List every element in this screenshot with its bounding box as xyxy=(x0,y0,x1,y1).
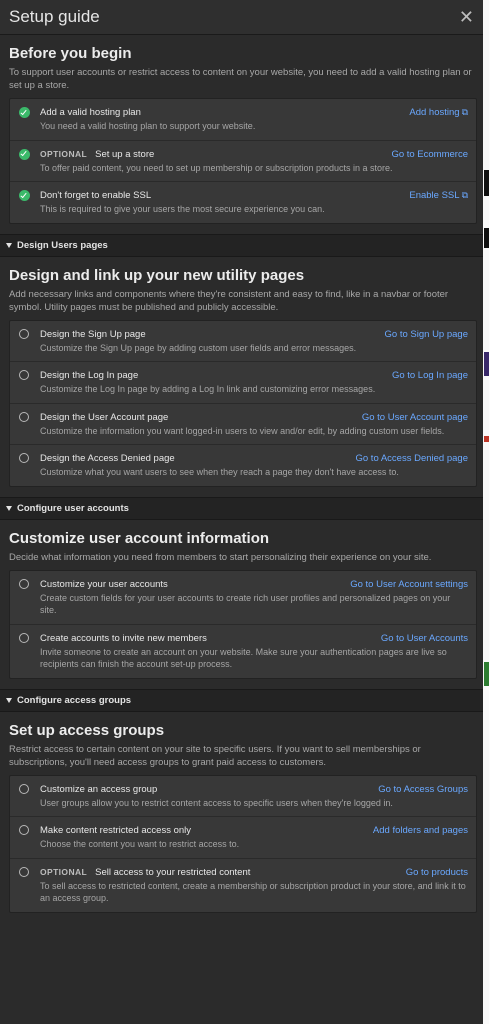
section-heading: Customize user account information xyxy=(9,529,270,547)
item-title: Design the Log In page xyxy=(40,370,139,381)
item-description: Customize the Sign Up page by adding cus… xyxy=(40,342,357,353)
go-to-user-account-page-link[interactable]: Go to User Account page xyxy=(362,411,468,424)
item-description: Invite someone to create an account on y… xyxy=(40,646,447,670)
item-description: Create custom fields for your user accou… xyxy=(40,592,451,616)
completed-check-icon xyxy=(19,107,30,118)
item-title: OPTIONAL Set up a store xyxy=(40,148,155,160)
checklist-card: Add a valid hosting plan Add hosting ⧉ Yo… xyxy=(9,98,477,224)
checklist-item-invite-members: Create accounts to invite new members Go… xyxy=(10,623,476,678)
checklist-card: Customize your user accounts Go to User … xyxy=(9,569,477,679)
background-page-edge xyxy=(482,0,489,1024)
go-to-access-groups-link[interactable]: Go to Access Groups xyxy=(378,783,468,796)
item-description: Choose the content you want to restrict … xyxy=(40,839,240,849)
caret-down-icon xyxy=(6,697,12,703)
item-description: Customize what you want users to see whe… xyxy=(40,467,399,477)
item-description: User groups allow you to restrict conten… xyxy=(40,797,393,808)
external-link-icon: ⧉ xyxy=(461,107,468,117)
item-title: Add a valid hosting plan xyxy=(40,107,141,118)
checklist-item-hosting: Add a valid hosting plan Add hosting ⧉ Yo… xyxy=(10,99,476,140)
setup-guide-panel: Setup guide ✕ Before you begin To suppor… xyxy=(0,0,483,1024)
checklist-item-ssl: Don't forget to enable SSL Enable SSL ⧉ T… xyxy=(10,181,476,223)
incomplete-radio-icon[interactable] xyxy=(19,632,29,643)
checklist-card: Customize an access group Go to Access G… xyxy=(9,774,477,913)
go-to-user-accounts-link[interactable]: Go to User Accounts xyxy=(381,632,468,645)
enable-ssl-link[interactable]: Enable SSL ⧉ xyxy=(409,189,468,202)
user-accounts-section: Customize user account information Decid… xyxy=(0,520,483,679)
item-description: To offer paid content, you need to set u… xyxy=(40,162,393,173)
caret-down-icon xyxy=(6,242,12,248)
before-you-begin-section: Before you begin To support user account… xyxy=(0,35,483,224)
item-description: This is required to give your users the … xyxy=(40,204,325,214)
item-title: OPTIONAL Sell access to your restricted c… xyxy=(40,866,251,878)
incomplete-radio-icon[interactable] xyxy=(19,825,29,835)
add-folders-and-pages-link[interactable]: Add folders and pages xyxy=(373,824,468,837)
add-hosting-link[interactable]: Add hosting ⧉ xyxy=(409,106,468,119)
checklist-item-restrict-content: Make content restricted access only Add … xyxy=(10,816,476,858)
go-to-user-account-settings-link[interactable]: Go to User Account settings xyxy=(350,578,468,591)
incomplete-radio-icon[interactable] xyxy=(19,453,29,463)
section-description: Decide what information you need from me… xyxy=(9,551,432,563)
checklist-item-sell-access: OPTIONAL Sell access to your restricted c… xyxy=(10,857,476,912)
incomplete-radio-icon[interactable] xyxy=(19,370,29,380)
item-description: Customize the information you want logge… xyxy=(40,425,445,436)
checklist-item-log-in: Design the Log In page Go to Log In page… xyxy=(10,361,476,403)
checklist-item-sign-up: Design the Sign Up page Go to Sign Up pa… xyxy=(10,321,476,362)
external-link-icon: ⧉ xyxy=(461,190,468,200)
section-heading: Set up access groups xyxy=(9,721,165,739)
design-pages-section: Design and link up your new utility page… xyxy=(0,257,483,487)
go-to-ecommerce-link[interactable]: Go to Ecommerce xyxy=(391,148,468,161)
checklist-item-access-group: Customize an access group Go to Access G… xyxy=(10,776,476,817)
incomplete-radio-icon[interactable] xyxy=(19,411,29,422)
go-to-log-in-page-link[interactable]: Go to Log In page xyxy=(392,369,468,382)
incomplete-radio-icon[interactable] xyxy=(19,866,29,877)
item-description: Customize the Log In page by adding a Lo… xyxy=(40,384,376,394)
title-bar: Setup guide ✕ xyxy=(0,0,483,35)
go-to-access-denied-page-link[interactable]: Go to Access Denied page xyxy=(356,452,469,465)
incomplete-radio-icon[interactable] xyxy=(19,783,29,794)
item-title: Design the Access Denied page xyxy=(40,453,175,464)
optional-badge: OPTIONAL xyxy=(40,866,88,877)
go-to-sign-up-page-link[interactable]: Go to Sign Up page xyxy=(385,328,468,341)
configure-access-groups-toggle[interactable]: Configure access groups xyxy=(0,688,483,712)
design-users-pages-toggle[interactable]: Design Users pages xyxy=(0,233,483,257)
item-title: Design the User Account page xyxy=(40,411,169,423)
checklist-item-customize-accounts: Customize your user accounts Go to User … xyxy=(10,571,476,624)
incomplete-radio-icon[interactable] xyxy=(19,578,29,589)
item-title: Customize an access group xyxy=(40,783,158,795)
checklist-card: Design the Sign Up page Go to Sign Up pa… xyxy=(9,319,477,487)
section-description: To support user accounts or restrict acc… xyxy=(9,67,472,91)
completed-check-icon xyxy=(19,190,30,201)
checklist-item-store: OPTIONAL Set up a store Go to Ecommerce T… xyxy=(10,139,476,182)
item-title: Create accounts to invite new members xyxy=(40,632,207,644)
item-description: To sell access to restricted content, cr… xyxy=(40,880,466,904)
checklist-item-user-account: Design the User Account page Go to User … xyxy=(10,402,476,445)
item-title: Don't forget to enable SSL xyxy=(40,190,152,201)
section-heading: Design and link up your new utility page… xyxy=(9,266,305,284)
optional-badge: OPTIONAL xyxy=(40,148,88,159)
section-description: Add necessary links and components where… xyxy=(9,288,449,313)
access-groups-section: Set up access groups Restrict access to … xyxy=(0,712,483,913)
panel-title: Setup guide xyxy=(9,7,100,26)
close-icon[interactable]: ✕ xyxy=(459,8,474,26)
item-title: Design the Sign Up page xyxy=(40,328,146,340)
checklist-item-access-denied: Design the Access Denied page Go to Acce… xyxy=(10,444,476,486)
incomplete-radio-icon[interactable] xyxy=(19,328,29,339)
section-description: Restrict access to certain content on yo… xyxy=(9,743,421,768)
section-heading: Before you begin xyxy=(9,45,132,62)
item-description: You need a valid hosting plan to support… xyxy=(40,121,256,131)
item-title: Make content restricted access only xyxy=(40,825,192,836)
go-to-products-link[interactable]: Go to products xyxy=(406,866,468,879)
configure-user-accounts-toggle[interactable]: Configure user accounts xyxy=(0,496,483,520)
item-title: Customize your user accounts xyxy=(40,578,168,590)
completed-check-icon xyxy=(19,148,30,160)
caret-down-icon xyxy=(6,505,12,511)
